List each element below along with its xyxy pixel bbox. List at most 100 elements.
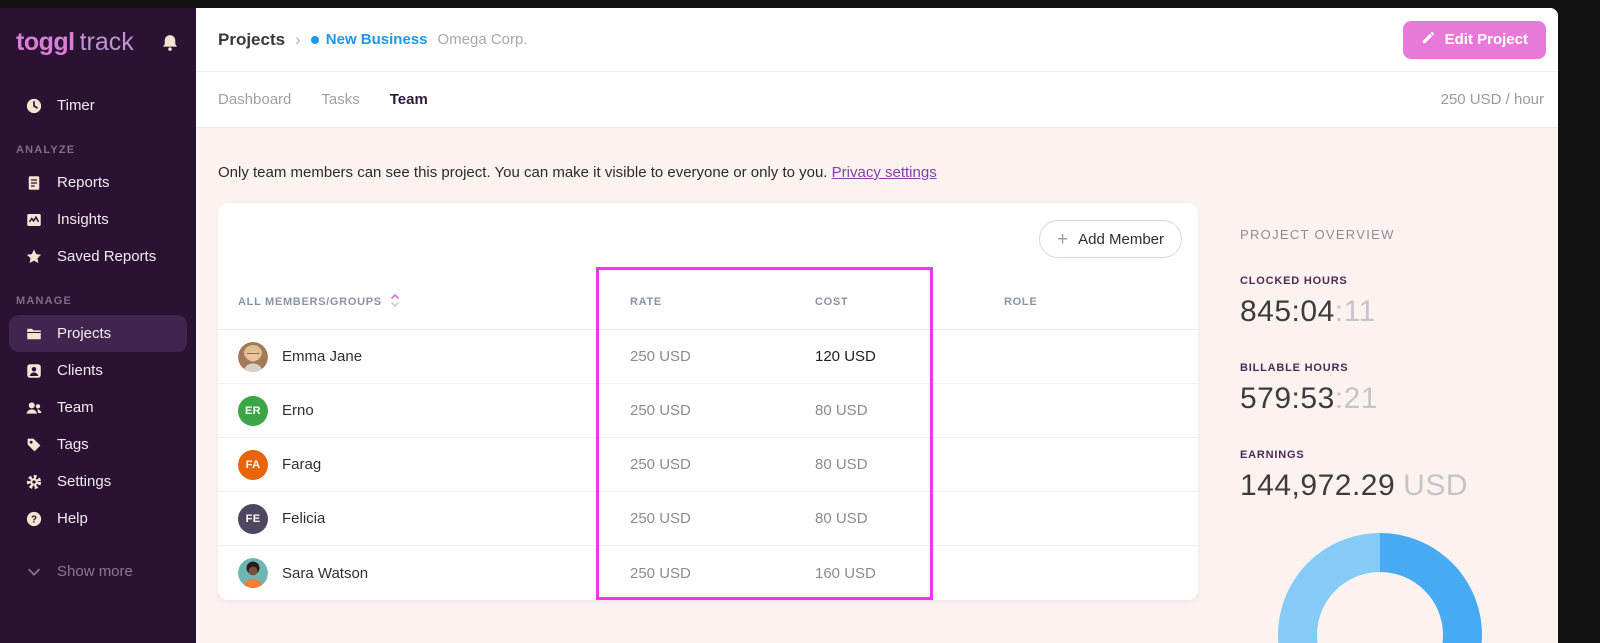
tab-tasks[interactable]: Tasks xyxy=(321,91,359,108)
members-header-label: ALL MEMBERS/GROUPS xyxy=(238,296,382,308)
member-name: Erno xyxy=(282,402,314,419)
member-cost[interactable]: 160 USD xyxy=(815,565,1004,582)
member-cost[interactable]: 80 USD xyxy=(815,510,1004,527)
member-rate[interactable]: 250 USD xyxy=(596,402,815,419)
breadcrumb-projects[interactable]: Projects xyxy=(218,30,285,50)
earnings-donut-chart xyxy=(1278,533,1482,643)
sidebar-item-settings[interactable]: Settings xyxy=(9,463,187,500)
stat-sub: USD xyxy=(1403,469,1468,502)
avatar: ER xyxy=(238,396,268,426)
member-rate[interactable]: 250 USD xyxy=(596,565,815,582)
insights-icon xyxy=(25,211,43,229)
avatar: FA xyxy=(238,450,268,480)
show-more-label: Show more xyxy=(57,563,133,580)
member-rate[interactable]: 250 USD xyxy=(596,510,815,527)
visibility-notice-text: Only team members can see this project. … xyxy=(218,164,827,181)
sidebar-item-label: Reports xyxy=(57,174,110,191)
table-row[interactable]: ER Erno 250 USD 80 USD xyxy=(218,384,1198,438)
sidebar-item-label: Clients xyxy=(57,362,103,379)
plus-icon: + xyxy=(1057,230,1068,249)
privacy-settings-link[interactable]: Privacy settings xyxy=(832,164,937,181)
stat-billable-hours: BILLABLE HOURS 579:53:21 xyxy=(1240,362,1482,416)
avatar xyxy=(238,342,268,372)
sidebar-item-projects[interactable]: Projects xyxy=(9,315,187,352)
sort-carets-icon[interactable] xyxy=(390,293,400,311)
folder-icon xyxy=(25,325,43,343)
sidebar-item-team[interactable]: Team xyxy=(9,389,187,426)
svg-text:?: ? xyxy=(31,514,37,525)
column-header-members[interactable]: ALL MEMBERS/GROUPS xyxy=(218,293,596,311)
member-rate[interactable]: 250 USD xyxy=(596,348,815,365)
star-icon xyxy=(25,248,43,266)
sidebar-item-label: Help xyxy=(57,510,88,527)
sidebar-item-label: Team xyxy=(57,399,94,416)
member-rate[interactable]: 250 USD xyxy=(596,456,815,473)
sidebar-item-help[interactable]: ? Help xyxy=(9,500,187,537)
breadcrumb-project-name[interactable]: New Business xyxy=(326,31,428,48)
team-people-icon xyxy=(25,399,43,417)
sidebar-item-insights[interactable]: Insights xyxy=(9,201,187,238)
breadcrumb-client-name: Omega Corp. xyxy=(437,31,527,48)
sidebar-nav: Timer ANALYZE Reports Insights Saved Rep xyxy=(0,87,196,590)
table-row[interactable]: Emma Jane 250 USD 120 USD xyxy=(218,330,1198,384)
member-name: Emma Jane xyxy=(282,348,362,365)
chevron-down-icon xyxy=(25,563,43,581)
sidebar-item-label: Saved Reports xyxy=(57,248,156,265)
timer-icon xyxy=(25,97,43,115)
sidebar-item-label: Tags xyxy=(57,436,89,453)
stat-earnings: EARNINGS 144,972.29USD xyxy=(1240,449,1482,503)
sidebar-item-label: Settings xyxy=(57,473,111,490)
client-badge-icon xyxy=(25,362,43,380)
table-row[interactable]: FE Felicia 250 USD 80 USD xyxy=(218,492,1198,546)
stat-main: 845:04 xyxy=(1240,295,1335,328)
logo-row: toggl track xyxy=(0,8,196,73)
add-member-button[interactable]: + Add Member xyxy=(1039,220,1182,258)
column-header-cost[interactable]: COST xyxy=(815,296,1004,308)
breadcrumb-separator: › xyxy=(295,30,301,50)
column-header-role[interactable]: ROLE xyxy=(1004,296,1198,308)
stat-sub: :11 xyxy=(1335,295,1376,328)
project-tabbar: Dashboard Tasks Team 250 USD / hour xyxy=(196,72,1558,128)
sidebar-item-clients[interactable]: Clients xyxy=(9,352,187,389)
member-name: Sara Watson xyxy=(282,565,368,582)
edit-project-label: Edit Project xyxy=(1445,31,1528,48)
avatar xyxy=(238,558,268,588)
table-row[interactable]: Sara Watson 250 USD 160 USD xyxy=(218,546,1198,600)
sidebar-item-timer[interactable]: Timer xyxy=(9,87,187,124)
stat-label: CLOCKED HOURS xyxy=(1240,275,1482,287)
visibility-notice: Only team members can see this project. … xyxy=(218,164,1558,181)
edit-project-button[interactable]: Edit Project xyxy=(1403,21,1546,59)
sidebar-item-label: Projects xyxy=(57,325,111,342)
toggl-logo: toggl xyxy=(16,28,75,57)
member-cost[interactable]: 80 USD xyxy=(815,402,1004,419)
member-cost[interactable]: 80 USD xyxy=(815,456,1004,473)
add-member-label: Add Member xyxy=(1078,231,1164,248)
stat-clocked-hours: CLOCKED HOURS 845:04:11 xyxy=(1240,275,1482,329)
members-card: + Add Member ALL MEMBERS/GROUPS RATE CO xyxy=(218,203,1198,600)
stat-sub: :21 xyxy=(1335,382,1378,415)
stat-main: 579:53 xyxy=(1240,382,1335,415)
overview-title: PROJECT OVERVIEW xyxy=(1240,227,1482,242)
tab-team[interactable]: Team xyxy=(390,91,428,108)
member-name: Felicia xyxy=(282,510,325,527)
tag-icon xyxy=(25,436,43,454)
pencil-icon xyxy=(1421,30,1436,49)
column-header-rate[interactable]: RATE xyxy=(596,296,815,308)
help-icon: ? xyxy=(25,510,43,528)
toggl-logo-track: track xyxy=(80,28,134,57)
members-table-body: Emma Jane 250 USD 120 USD ER Erno xyxy=(218,330,1198,600)
table-row[interactable]: FA Farag 250 USD 80 USD xyxy=(218,438,1198,492)
sidebar-item-label: Insights xyxy=(57,211,109,228)
member-name: Farag xyxy=(282,456,321,473)
member-cost[interactable]: 120 USD xyxy=(815,348,1004,365)
project-color-dot xyxy=(311,36,319,44)
sidebar-show-more[interactable]: Show more xyxy=(9,553,187,590)
notifications-bell-icon[interactable] xyxy=(160,33,180,53)
sidebar-item-tags[interactable]: Tags xyxy=(9,426,187,463)
sidebar-item-saved-reports[interactable]: Saved Reports xyxy=(9,238,187,275)
sidebar-section-analyze: ANALYZE xyxy=(16,144,180,156)
project-overview-panel: PROJECT OVERVIEW CLOCKED HOURS 845:04:11… xyxy=(1240,181,1482,643)
members-card-toolbar: + Add Member xyxy=(218,203,1198,275)
tab-dashboard[interactable]: Dashboard xyxy=(218,91,291,108)
sidebar-item-reports[interactable]: Reports xyxy=(9,164,187,201)
